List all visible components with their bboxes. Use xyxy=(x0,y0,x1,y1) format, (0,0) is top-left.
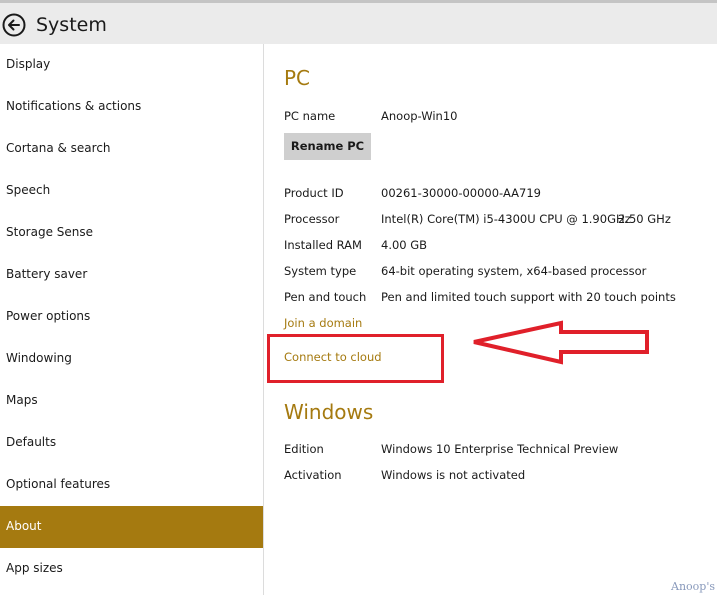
pen-touch-label: Pen and touch xyxy=(284,290,367,304)
sidebar-item-maps[interactable]: Maps xyxy=(0,380,263,422)
windows-section-heading: Windows xyxy=(284,400,374,424)
edition-value: Windows 10 Enterprise Technical Preview xyxy=(381,442,619,456)
installed-ram-label: Installed RAM xyxy=(284,238,362,252)
system-type-label: System type xyxy=(284,264,357,278)
sidebar-item-label: Cortana & search xyxy=(6,141,111,155)
sidebar-item-label: Battery saver xyxy=(6,267,88,281)
sidebar-item-label: Storage Sense xyxy=(6,225,94,239)
back-arrow-icon xyxy=(2,13,26,37)
sidebar-item-label: Defaults xyxy=(6,435,57,449)
sidebar-item-label: Maps xyxy=(6,393,38,407)
sidebar-item-label: Speech xyxy=(6,183,51,197)
watermark-text: Anoop's xyxy=(671,580,715,593)
pc-name-value: Anoop-Win10 xyxy=(381,109,458,123)
sidebar-item-battery-saver[interactable]: Battery saver xyxy=(0,254,263,296)
pc-section-heading: PC xyxy=(284,66,311,90)
sidebar-item-cortana[interactable]: Cortana & search xyxy=(0,128,263,170)
sidebar-item-speech[interactable]: Speech xyxy=(0,170,263,212)
sidebar-item-power-options[interactable]: Power options xyxy=(0,296,263,338)
annotation-arrow xyxy=(470,320,652,366)
sidebar-item-label: Power options xyxy=(6,309,91,323)
sidebar-item-notifications[interactable]: Notifications & actions xyxy=(0,86,263,128)
pen-touch-value: Pen and limited touch support with 20 to… xyxy=(381,290,676,304)
sidebar-item-label: Notifications & actions xyxy=(6,99,142,113)
activation-value: Windows is not activated xyxy=(381,468,526,482)
sidebar-nav: Display Notifications & actions Cortana … xyxy=(0,44,263,595)
edition-label: Edition xyxy=(284,442,324,456)
sidebar-item-display[interactable]: Display xyxy=(0,44,263,86)
join-domain-link[interactable]: Join a domain xyxy=(284,315,362,331)
back-button[interactable] xyxy=(2,13,26,37)
left-arrow-annotation-icon xyxy=(473,320,649,365)
processor-value: Intel(R) Core(TM) i5-4300U CPU @ 1.90GHz xyxy=(381,212,631,226)
sidebar-item-label: Optional features xyxy=(6,477,111,491)
sidebar-item-label: Display xyxy=(6,57,51,71)
sidebar-item-label: App sizes xyxy=(6,561,63,575)
product-id-value: 00261-30000-00000-AA719 xyxy=(381,186,541,200)
system-type-value: 64-bit operating system, x64-based proce… xyxy=(381,264,647,278)
sidebar-item-app-sizes[interactable]: App sizes xyxy=(0,548,263,590)
processor-label: Processor xyxy=(284,212,340,226)
annotation-highlight-box xyxy=(267,334,444,383)
activation-label: Activation xyxy=(284,468,342,482)
sidebar-item-optional-features[interactable]: Optional features xyxy=(0,464,263,506)
sidebar-item-label: Windowing xyxy=(6,351,72,365)
window-title: System xyxy=(36,14,107,36)
installed-ram-value: 4.00 GB xyxy=(381,238,428,252)
sidebar-item-label: About xyxy=(6,519,42,533)
product-id-label: Product ID xyxy=(284,186,344,200)
processor-speed-value: 2.50 GHz xyxy=(618,212,671,226)
sidebar-item-windowing[interactable]: Windowing xyxy=(0,338,263,380)
sidebar-item-about[interactable]: About xyxy=(0,506,263,548)
pc-name-label: PC name xyxy=(284,109,336,123)
sidebar-item-defaults[interactable]: Defaults xyxy=(0,422,263,464)
sidebar-item-storage-sense[interactable]: Storage Sense xyxy=(0,212,263,254)
title-bar: System xyxy=(0,3,717,44)
rename-pc-button[interactable]: Rename PC xyxy=(284,133,371,160)
